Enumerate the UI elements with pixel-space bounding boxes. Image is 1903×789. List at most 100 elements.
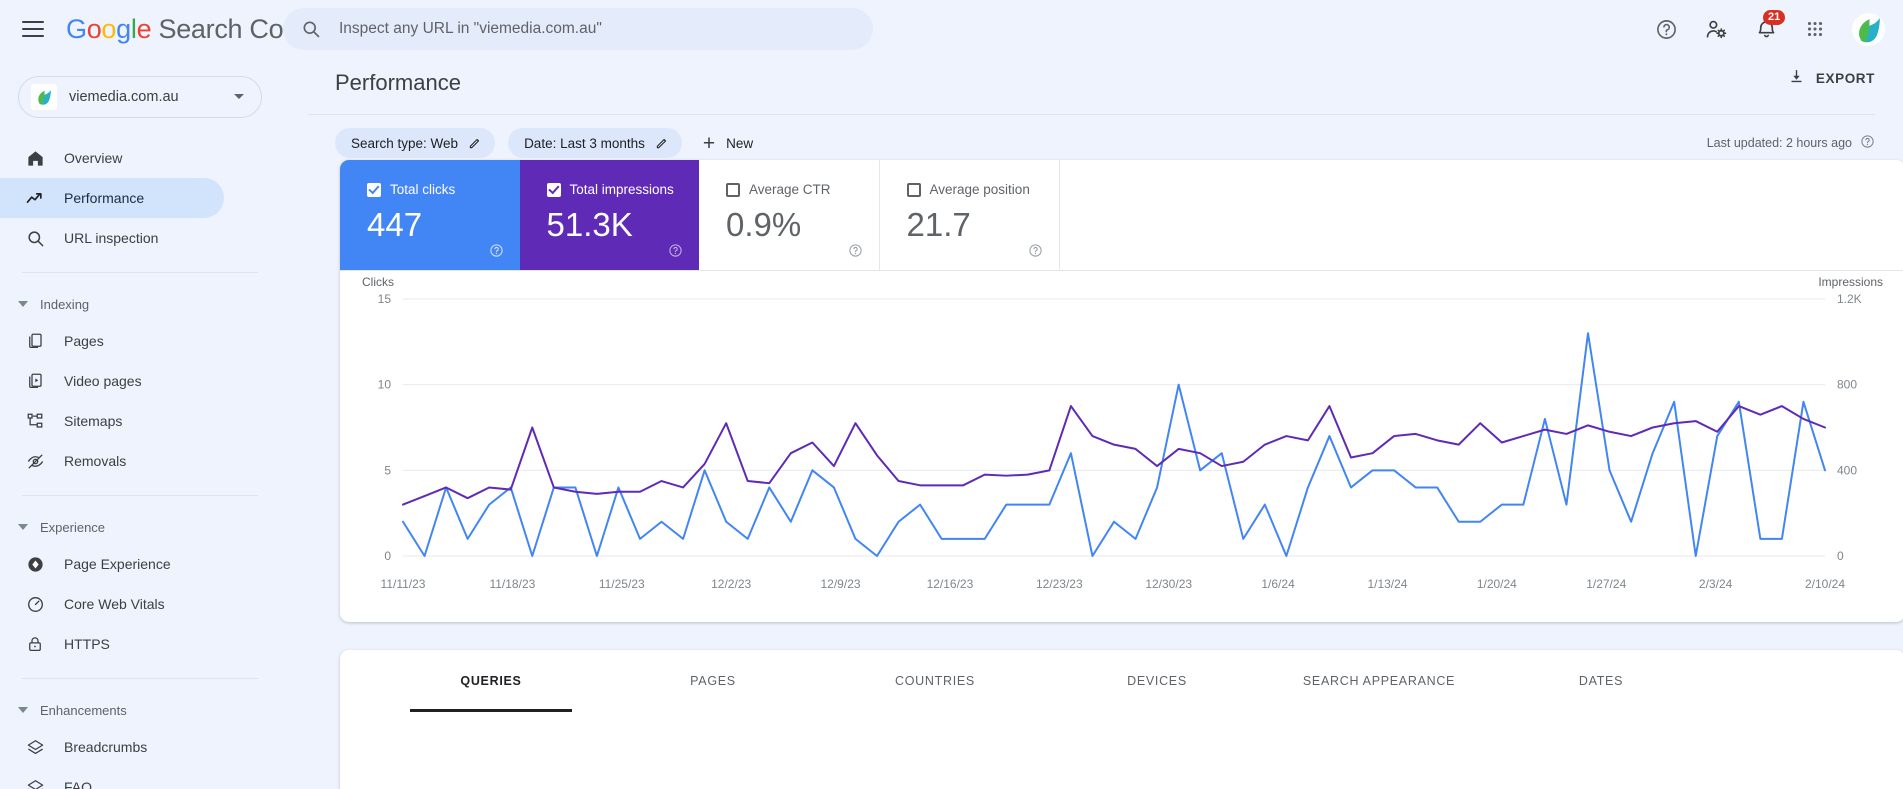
chevron-down-icon [18, 707, 28, 713]
sidebar-item-label: Overview [64, 150, 123, 166]
trending-up-icon [22, 188, 48, 208]
metric-value: 21.7 [906, 206, 971, 243]
svg-text:1/13/24: 1/13/24 [1367, 577, 1407, 591]
svg-text:5: 5 [384, 463, 391, 477]
sitemaps-icon [22, 412, 48, 430]
last-updated-label: Last updated: 2 hours ago [1706, 136, 1852, 150]
metric-checkbox[interactable] [906, 182, 921, 197]
sidebar-item-label: URL inspection [64, 230, 159, 246]
sidebar-item-overview[interactable]: Overview [0, 138, 224, 178]
svg-text:12/9/23: 12/9/23 [821, 577, 861, 591]
sidebar-item-sitemaps[interactable]: Sitemaps [0, 401, 224, 441]
metric-value: 447 [367, 206, 423, 243]
new-filter-label: New [726, 135, 754, 151]
svg-text:11/18/23: 11/18/23 [489, 577, 535, 591]
filter-chip-date[interactable]: Date: Last 3 months [508, 128, 682, 158]
apps-grid-icon[interactable] [1804, 18, 1826, 40]
faq-icon [22, 778, 48, 789]
sidebar-divider [22, 495, 258, 496]
svg-text:2/10/24: 2/10/24 [1805, 577, 1845, 591]
property-favicon [31, 84, 57, 110]
metric-checkbox[interactable] [726, 182, 740, 197]
sidebar-item-page-experience[interactable]: Page Experience [0, 544, 224, 584]
chevron-down-icon [18, 524, 28, 530]
help-icon[interactable] [1028, 243, 1043, 258]
tab-search-appearance[interactable]: SEARCH APPEARANCE [1268, 650, 1490, 712]
sidebar-item-label: Video pages [64, 373, 142, 389]
page-header: Performance EXPORT [280, 58, 1903, 108]
metric-value: 0.9% [726, 206, 802, 243]
sidebar-item-label: FAQ [64, 779, 93, 789]
sidebar: viemedia.com.au Overview Performance URL… [0, 58, 280, 789]
sidebar-item-label: Removals [64, 453, 127, 469]
filter-chip-search-type[interactable]: Search type: Web [335, 128, 496, 158]
search-icon [22, 229, 48, 248]
sidebar-item-core-web-vitals[interactable]: Core Web Vitals [0, 584, 224, 624]
chart-svg: 0 0 5 400 10 800 15 1.2K 11/11/23 11/18/23 11/25/2… [378, 292, 1862, 591]
svg-text:1/6/24: 1/6/24 [1261, 577, 1295, 591]
help-icon[interactable] [1860, 134, 1875, 152]
tab-dates[interactable]: DATES [1490, 650, 1712, 712]
sidebar-group-label: Indexing [40, 296, 90, 312]
tab-devices[interactable]: DEVICES [1046, 650, 1268, 712]
metric-average-ctr[interactable]: Average CTR 0.9% [699, 160, 880, 270]
url-inspection-search[interactable] [283, 8, 873, 50]
sidebar-item-performance[interactable]: Performance [0, 178, 224, 218]
sidebar-item-label: Performance [64, 190, 145, 206]
sidebar-item-breadcrumbs[interactable]: Breadcrumbs [0, 727, 224, 767]
search-input[interactable] [339, 20, 839, 38]
lock-icon [22, 635, 48, 653]
account-settings-icon[interactable] [1704, 17, 1729, 42]
primary-nav: Overview Performance URL inspection [0, 138, 280, 258]
property-selector[interactable]: viemedia.com.au [18, 76, 262, 118]
sidebar-item-label: Pages [64, 333, 104, 349]
pages-icon [22, 332, 48, 350]
export-button[interactable]: EXPORT [1788, 68, 1875, 88]
tab-queries[interactable]: QUERIES [380, 650, 602, 712]
svg-text:15: 15 [378, 292, 392, 306]
sidebar-item-label: Breadcrumbs [64, 739, 148, 755]
svg-text:1.2K: 1.2K [1837, 292, 1862, 306]
metric-checkbox[interactable] [367, 182, 381, 197]
svg-text:800: 800 [1837, 378, 1857, 392]
new-filter-button[interactable]: + New [703, 133, 753, 154]
chevron-down-icon [18, 301, 28, 307]
metric-label: Average position [929, 182, 1030, 197]
performance-chart: Clicks Impressions 0 0 5 400 10 800 15 1.2K 11/1… [340, 271, 1903, 622]
metric-average-position[interactable]: Average position 21.7 [880, 160, 1060, 270]
svg-text:1/20/24: 1/20/24 [1477, 577, 1517, 591]
metric-total-clicks[interactable]: Total clicks 447 [340, 160, 520, 270]
sidebar-group-label: Experience [40, 519, 106, 535]
sidebar-item-label: HTTPS [64, 636, 110, 652]
avatar[interactable] [1852, 12, 1885, 46]
help-icon[interactable] [1655, 18, 1678, 41]
menu-icon[interactable] [22, 16, 48, 42]
metric-total-impressions[interactable]: Total impressions 51.3K [519, 160, 699, 270]
svg-text:11/11/23: 11/11/23 [381, 577, 426, 591]
sidebar-item-faq[interactable]: FAQ [0, 767, 224, 789]
help-icon[interactable] [489, 243, 504, 258]
svg-text:400: 400 [1837, 463, 1857, 477]
sidebar-divider [22, 678, 258, 679]
sidebar-group-experience[interactable]: Experience [0, 510, 280, 544]
svg-text:12/23/23: 12/23/23 [1036, 577, 1083, 591]
sidebar-group-indexing[interactable]: Indexing [0, 287, 280, 321]
help-icon[interactable] [668, 243, 683, 258]
dimension-tabs-card: QUERIES PAGES COUNTRIES DEVICES SEARCH A… [340, 650, 1903, 789]
sidebar-item-https[interactable]: HTTPS [0, 624, 224, 664]
metric-value: 51.3K [546, 206, 633, 243]
metric-checkbox[interactable] [546, 182, 561, 197]
sidebar-group-enhancements[interactable]: Enhancements [0, 693, 280, 727]
search-icon [301, 19, 321, 39]
sidebar-item-url-inspection[interactable]: URL inspection [0, 218, 224, 258]
tab-countries[interactable]: COUNTRIES [824, 650, 1046, 712]
svg-text:10: 10 [378, 378, 392, 392]
tab-pages[interactable]: PAGES [602, 650, 824, 712]
sidebar-item-pages[interactable]: Pages [0, 321, 224, 361]
notifications-icon[interactable]: 21 [1755, 9, 1786, 41]
edit-pencil-icon [655, 136, 669, 150]
help-icon[interactable] [848, 243, 863, 258]
sidebar-item-video-pages[interactable]: Video pages [0, 361, 224, 401]
sidebar-item-removals[interactable]: Removals [0, 441, 224, 481]
property-name: viemedia.com.au [69, 89, 179, 105]
